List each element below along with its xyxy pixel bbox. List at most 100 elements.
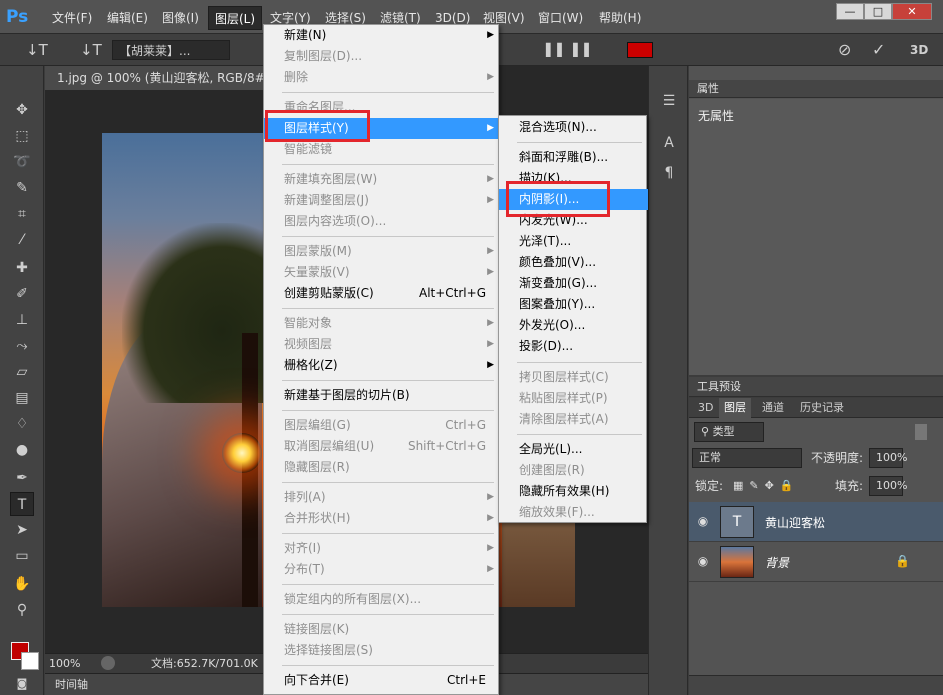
type-tool-icon[interactable]: ↓T: [26, 40, 48, 60]
menu-item[interactable]: 向下合并(E) Ctrl+E: [264, 670, 500, 691]
menu-item[interactable]: 图案叠加(Y)...: [499, 294, 648, 315]
minimize-button[interactable]: —: [836, 3, 864, 20]
menu-item[interactable]: 图层编组(G) Ctrl+G: [264, 415, 500, 436]
menu-layer[interactable]: 图层(L): [208, 6, 263, 30]
menu-item[interactable]: 颜色叠加(V)...: [499, 252, 648, 273]
menu-item[interactable]: 栅格化(Z) ▶: [264, 355, 500, 376]
tab-3d[interactable]: 3D: [693, 398, 718, 418]
menu-item[interactable]: 描边(K)...: [499, 168, 648, 189]
cancel-icon[interactable]: ⊘: [838, 40, 851, 60]
visibility-eye-icon[interactable]: ◉: [696, 514, 710, 528]
menu-item[interactable]: 新建填充图层(W) ▶: [264, 169, 500, 190]
menu-item[interactable]: 矢量蒙版(V) ▶: [264, 262, 500, 283]
move-tool-icon[interactable]: ✥: [10, 98, 34, 122]
menu-item[interactable]: 重命名图层...: [264, 97, 500, 118]
menu-item[interactable]: 内发光(W)...: [499, 210, 648, 231]
menu-item[interactable]: 图层内容选项(O)...: [264, 211, 500, 232]
menu-item[interactable]: 缩放效果(F)...: [499, 502, 648, 523]
hand-tool-icon[interactable]: ✋: [10, 572, 34, 596]
menu-window[interactable]: 窗口(W): [532, 8, 589, 28]
menu-item[interactable]: 链接图层(K): [264, 619, 500, 640]
layer-row-background[interactable]: ◉ 背景 🔒: [689, 542, 943, 582]
character-panel-icon[interactable]: A: [658, 132, 680, 154]
menu-item[interactable]: 合并形状(H) ▶: [264, 508, 500, 529]
blur-tool-icon[interactable]: ♢: [10, 412, 34, 436]
menu-item[interactable]: 混合选项(N)...: [499, 117, 648, 138]
crop-tool-icon[interactable]: ⌗: [10, 202, 34, 226]
menu-item[interactable]: 拷贝图层样式(C): [499, 367, 648, 388]
tool-presets-tab[interactable]: 工具预设: [689, 377, 943, 397]
menu-item[interactable]: 内阴影(I)...: [499, 189, 648, 210]
menu-help[interactable]: 帮助(H): [593, 8, 647, 28]
text-align-icons[interactable]: ▌▌▐▐: [546, 40, 616, 60]
doc-info[interactable]: 文档:652.7K/701.0K: [151, 654, 258, 674]
path-select-tool-icon[interactable]: ➤: [10, 518, 34, 542]
menu-item[interactable]: 智能对象 ▶: [264, 313, 500, 334]
layer-row-text[interactable]: ◉ T 黄山迎客松: [689, 502, 943, 542]
3d-button[interactable]: 3D: [910, 40, 928, 60]
fill-input[interactable]: 100%: [869, 476, 907, 496]
visibility-eye-icon[interactable]: ◉: [696, 554, 710, 568]
menu-item[interactable]: 清除图层样式(A): [499, 409, 648, 430]
lasso-tool-icon[interactable]: ➰: [10, 150, 34, 174]
menu-item[interactable]: 新建调整图层(J) ▶: [264, 190, 500, 211]
menu-item[interactable]: 粘贴图层样式(P): [499, 388, 648, 409]
blend-mode-select[interactable]: 正常: [692, 448, 802, 468]
healing-tool-icon[interactable]: ✚: [10, 256, 34, 280]
document-tab[interactable]: 1.jpg @ 100% (黄山迎客松, RGB/8#) *: [45, 66, 273, 90]
background-color-swatch[interactable]: [21, 652, 39, 670]
properties-tab[interactable]: 属性: [689, 80, 943, 98]
quick-mask-icon[interactable]: ◙: [10, 672, 34, 695]
menu-item[interactable]: 斜面和浮雕(B)...: [499, 147, 648, 168]
menu-item[interactable]: 复制图层(D)...: [264, 46, 500, 67]
font-family-select[interactable]: 【胡莱莱】...: [112, 40, 230, 60]
menu-item[interactable]: 创建剪贴蒙版(C) Alt+Ctrl+G: [264, 283, 500, 304]
menu-item[interactable]: 锁定组内的所有图层(X)...: [264, 589, 500, 610]
pen-tool-icon[interactable]: ✒: [10, 466, 34, 490]
menu-item[interactable]: 隐藏图层(R): [264, 457, 500, 478]
lock-icons[interactable]: ▦✎✥🔒: [733, 476, 800, 496]
menu-item[interactable]: 对齐(I) ▶: [264, 538, 500, 559]
menu-item[interactable]: 分布(T) ▶: [264, 559, 500, 580]
menu-item[interactable]: 投影(D)...: [499, 336, 648, 357]
quick-select-tool-icon[interactable]: ✎: [10, 176, 34, 200]
menu-item[interactable]: 外发光(O)...: [499, 315, 648, 336]
history-panel-icon[interactable]: ☰: [658, 90, 680, 112]
menu-item[interactable]: 新建基于图层的切片(B): [264, 385, 500, 406]
tab-layers[interactable]: 图层: [719, 398, 751, 418]
menu-item[interactable]: 智能滤镜: [264, 139, 500, 160]
text-color-swatch[interactable]: [627, 42, 653, 58]
history-brush-tool-icon[interactable]: ⤳: [10, 334, 34, 358]
menu-item[interactable]: 创建图层(R): [499, 460, 648, 481]
eyedropper-tool-icon[interactable]: ⁄: [10, 228, 34, 252]
stamp-tool-icon[interactable]: ⊥: [10, 308, 34, 332]
shape-tool-icon[interactable]: ▭: [10, 544, 34, 568]
dodge-tool-icon[interactable]: ●: [10, 438, 34, 462]
menu-item[interactable]: 新建(N) ▶: [264, 25, 500, 46]
layer-filter-select[interactable]: ⚲ 类型: [694, 422, 764, 442]
menu-item[interactable]: 选择链接图层(S): [264, 640, 500, 661]
opacity-input[interactable]: 100%: [869, 448, 907, 468]
close-button[interactable]: ✕: [892, 3, 932, 20]
commit-icon[interactable]: ✓: [872, 40, 885, 60]
marquee-tool-icon[interactable]: ⬚: [10, 124, 34, 148]
eraser-tool-icon[interactable]: ▱: [10, 360, 34, 384]
menu-item[interactable]: 取消图层编组(U) Shift+Ctrl+G: [264, 436, 500, 457]
menu-edit[interactable]: 编辑(E): [101, 8, 154, 28]
menu-item[interactable]: 渐变叠加(G)...: [499, 273, 648, 294]
gradient-tool-icon[interactable]: ▤: [10, 386, 34, 410]
maximize-button[interactable]: □: [864, 3, 892, 20]
tab-history[interactable]: 历史记录: [795, 398, 849, 418]
zoom-tool-icon[interactable]: ⚲: [10, 598, 34, 622]
zoom-level[interactable]: 100%: [49, 654, 80, 674]
menu-item[interactable]: 全局光(L)...: [499, 439, 648, 460]
status-icon[interactable]: [101, 656, 115, 670]
menu-file[interactable]: 文件(F): [46, 8, 98, 28]
tab-channels[interactable]: 通道: [757, 398, 789, 418]
menu-item[interactable]: 隐藏所有效果(H): [499, 481, 648, 502]
menu-item[interactable]: 视频图层 ▶: [264, 334, 500, 355]
paragraph-panel-icon[interactable]: ¶: [658, 162, 680, 184]
menu-item[interactable]: 排列(A) ▶: [264, 487, 500, 508]
menu-item[interactable]: 图层蒙版(M) ▶: [264, 241, 500, 262]
menu-item[interactable]: 删除 ▶: [264, 67, 500, 88]
